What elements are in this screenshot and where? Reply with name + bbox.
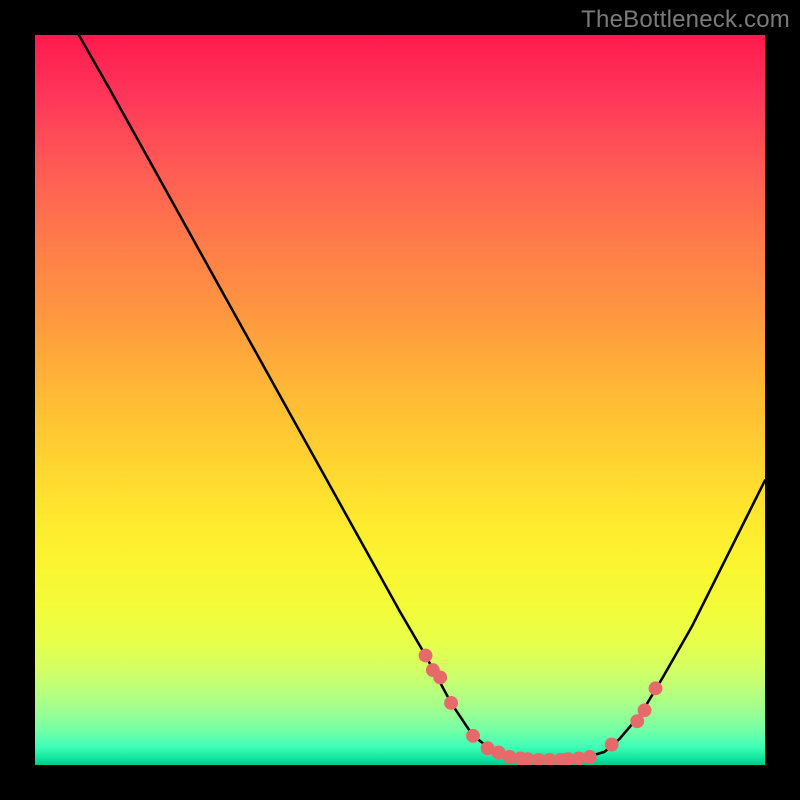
chart-stage: TheBottleneck.com bbox=[0, 0, 800, 800]
marker-dot bbox=[583, 750, 597, 764]
marker-group bbox=[419, 649, 663, 765]
marker-dot bbox=[605, 738, 619, 752]
marker-dot bbox=[466, 729, 480, 743]
marker-dot bbox=[649, 681, 663, 695]
marker-dot bbox=[444, 696, 458, 710]
watermark-text: TheBottleneck.com bbox=[581, 6, 790, 34]
marker-dot bbox=[433, 670, 447, 684]
chart-svg bbox=[35, 35, 765, 765]
marker-dot bbox=[419, 649, 433, 663]
marker-dot bbox=[638, 703, 652, 717]
plot-area bbox=[35, 35, 765, 765]
